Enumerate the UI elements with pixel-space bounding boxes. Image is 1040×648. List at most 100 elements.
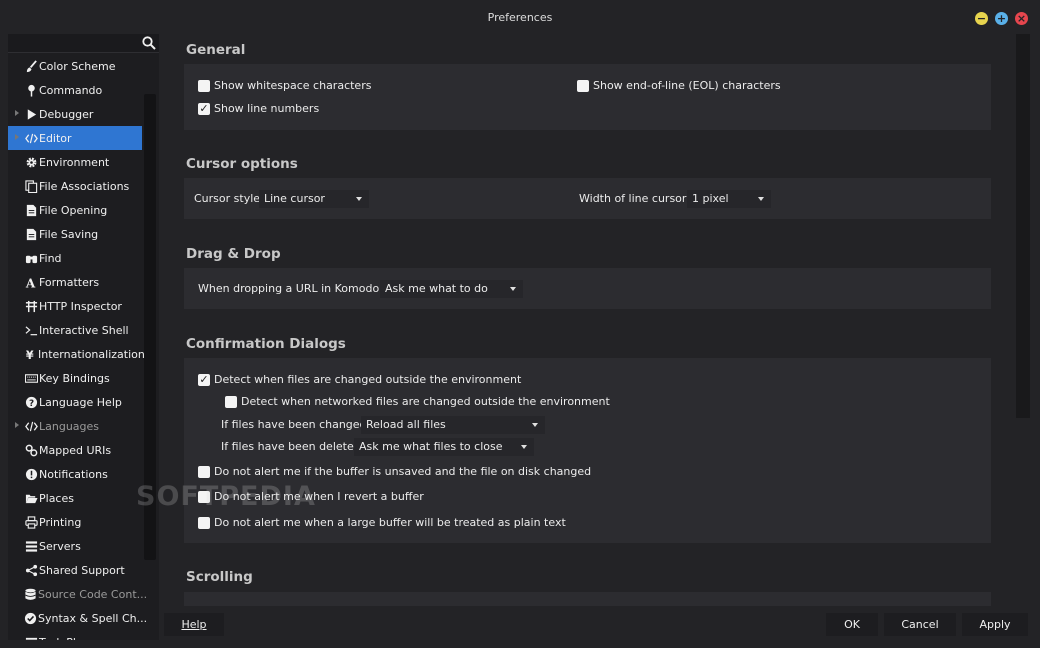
svg-text:A: A xyxy=(25,276,36,288)
printer-icon xyxy=(24,515,38,529)
code-icon xyxy=(24,419,38,433)
sidebar-item-commando[interactable]: Commando xyxy=(8,78,142,102)
sidebar-item-debugger[interactable]: Debugger xyxy=(8,102,142,126)
files-deleted-dropdown[interactable]: Ask me what files to close xyxy=(354,438,534,456)
sidebar-item-source-code-cont[interactable]: Source Code Cont... xyxy=(8,582,147,606)
play-icon xyxy=(24,107,38,121)
sidebar-item-servers[interactable]: Servers xyxy=(8,534,142,558)
sidebar-search-input[interactable] xyxy=(8,34,159,53)
sidebar-item-label: File Opening xyxy=(39,203,108,217)
sidebar-item-formatters[interactable]: A Formatters xyxy=(8,270,142,294)
sidebar-list: Color Scheme Commando Debugger Editor Enviro… xyxy=(8,54,147,640)
check-circle-icon xyxy=(24,611,37,625)
sidebar-item-notifications[interactable]: Notifications xyxy=(8,462,142,486)
files-changed-dropdown[interactable]: Reload all files xyxy=(361,416,545,434)
checkbox-label: Show line numbers xyxy=(214,102,320,115)
section-title-general: General xyxy=(186,42,246,58)
checkbox-box[interactable] xyxy=(198,79,210,92)
url-drop-label: When dropping a URL in Komodo: xyxy=(198,282,383,295)
show-whitespace-checkbox[interactable]: Show whitespace characters xyxy=(198,79,371,92)
sidebar-item-http-inspector[interactable]: HTTP Inspector xyxy=(8,294,142,318)
files-icon xyxy=(24,179,38,193)
show-line-numbers-checkbox[interactable]: ✓ Show line numbers xyxy=(198,102,319,115)
sidebar-item-syntax-spell-ch[interactable]: Syntax & Spell Ch... xyxy=(8,606,147,630)
dropdown-value: Reload all files xyxy=(366,418,446,431)
sidebar-item-file-associations[interactable]: File Associations xyxy=(8,174,142,198)
sidebar-item-key-bindings[interactable]: Key Bindings xyxy=(8,366,142,390)
binoculars-icon xyxy=(24,251,38,265)
expand-arrow-icon[interactable] xyxy=(15,422,19,428)
font-icon: A xyxy=(24,275,38,289)
sidebar-item-label: Notifications xyxy=(39,467,108,481)
expand-arrow-icon[interactable] xyxy=(15,110,19,116)
folder-open-icon xyxy=(24,491,38,505)
sidebar-item-label: File Saving xyxy=(39,227,99,241)
sidebar-item-label: Debugger xyxy=(39,107,94,121)
checkbox-box[interactable] xyxy=(577,79,589,92)
sidebar-item-places[interactable]: Places xyxy=(8,486,142,510)
files-deleted-label: If files have been deleted: xyxy=(221,440,365,453)
file-icon xyxy=(24,203,38,217)
sidebar-item-file-saving[interactable]: File Saving xyxy=(8,222,142,246)
checkbox-label: Detect when networked files are changed … xyxy=(241,395,610,408)
sidebar-item-mapped-uris[interactable]: Mapped URIs xyxy=(8,438,142,462)
cursor-width-dropdown[interactable]: 1 pixel xyxy=(687,190,771,208)
close-icon[interactable]: × xyxy=(1015,12,1028,25)
checkbox-label: Detect when files are changed outside th… xyxy=(214,373,522,386)
help-button-label: Help xyxy=(181,618,207,631)
sidebar-item-task-plann[interactable]: Task Plann... xyxy=(8,630,142,640)
sidebar-item-editor[interactable]: Editor xyxy=(8,126,142,150)
sidebar-item-label: Servers xyxy=(39,539,81,553)
dragdrop-panel: When dropping a URL in Komodo: Ask me wh… xyxy=(184,268,991,309)
cursor-style-label: Cursor style: xyxy=(194,192,264,205)
server-icon xyxy=(24,539,38,553)
sidebar-item-label: Shared Support xyxy=(39,563,125,577)
cursor-panel: Cursor style: Line cursor Width of line … xyxy=(184,178,991,219)
cursor-style-dropdown[interactable]: Line cursor xyxy=(259,190,369,208)
sidebar-item-file-opening[interactable]: File Opening xyxy=(8,198,142,222)
no-alert-large-checkbox[interactable]: Do not alert me when a large buffer will… xyxy=(198,516,566,529)
checkbox-box[interactable]: ✓ xyxy=(198,102,210,115)
maximize-icon[interactable]: + xyxy=(995,12,1008,25)
apply-button[interactable]: Apply xyxy=(962,613,1028,636)
cancel-button[interactable]: Cancel xyxy=(884,613,956,636)
detect-changed-checkbox[interactable]: ✓ Detect when files are changed outside … xyxy=(198,373,521,386)
sidebar-item-label: Color Scheme xyxy=(39,59,116,73)
ok-button[interactable]: OK xyxy=(826,613,878,636)
sidebar-item-internationalization[interactable]: ¥ Internationalization xyxy=(8,342,145,366)
sidebar-item-languages[interactable]: Languages xyxy=(8,414,142,438)
sidebar-item-environment[interactable]: Environment xyxy=(8,150,142,174)
checkbox-label: Do not alert me when a large buffer will… xyxy=(214,516,566,529)
tasks-icon xyxy=(24,635,38,640)
sidebar-item-label: Source Code Cont... xyxy=(38,587,148,601)
sidebar-item-printing[interactable]: Printing xyxy=(8,510,142,534)
help-button[interactable]: Help xyxy=(164,613,224,636)
checkbox-label: Do not alert me if the buffer is unsaved… xyxy=(214,465,592,478)
main-scrollbar[interactable] xyxy=(1016,34,1030,418)
svg-text:¥: ¥ xyxy=(26,349,34,361)
checkbox-box[interactable] xyxy=(198,516,210,529)
checkbox-box[interactable] xyxy=(225,395,237,408)
sidebar-item-find[interactable]: Find xyxy=(8,246,142,270)
checkbox-box[interactable]: ✓ xyxy=(198,373,210,386)
checkmark-icon: ✓ xyxy=(199,373,209,386)
sidebar-item-label: Task Plann... xyxy=(39,636,107,641)
url-drop-dropdown[interactable]: Ask me what to do xyxy=(380,280,523,298)
sidebar-item-interactive-shell[interactable]: Interactive Shell xyxy=(8,318,142,342)
sidebar-item-language-help[interactable]: ? Language Help xyxy=(8,390,142,414)
detect-networked-checkbox[interactable]: Detect when networked files are changed … xyxy=(225,395,610,408)
show-eol-checkbox[interactable]: Show end-of-line (EOL) characters xyxy=(577,79,781,92)
svg-text:?: ? xyxy=(28,399,33,409)
checkmark-icon: ✓ xyxy=(199,102,209,115)
search-icon[interactable] xyxy=(142,36,156,50)
minimize-icon[interactable]: − xyxy=(975,12,988,25)
checkbox-box[interactable] xyxy=(198,465,210,478)
no-alert-unsaved-checkbox[interactable]: Do not alert me if the buffer is unsaved… xyxy=(198,465,591,478)
section-title-confirm: Confirmation Dialogs xyxy=(186,336,346,352)
sidebar-item-shared-support[interactable]: Shared Support xyxy=(8,558,142,582)
sidebar: Color Scheme Commando Debugger Editor Enviro… xyxy=(8,34,159,640)
chevron-down-icon xyxy=(758,197,764,201)
sidebar-item-color-scheme[interactable]: Color Scheme xyxy=(8,54,142,78)
scrolling-panel xyxy=(184,592,991,606)
expand-arrow-icon[interactable] xyxy=(15,134,19,140)
